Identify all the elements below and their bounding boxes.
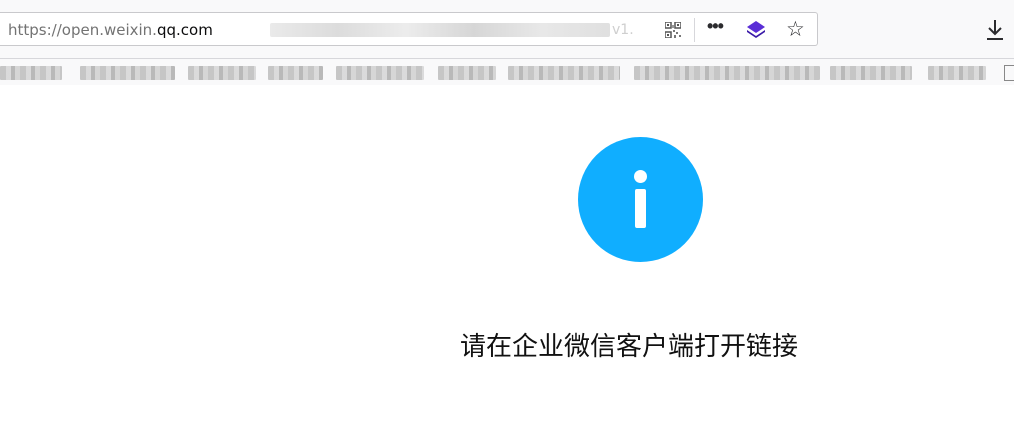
bookmark-item[interactable]: [336, 66, 424, 80]
bookmark-item[interactable]: [438, 66, 496, 80]
download-icon[interactable]: [985, 19, 1005, 41]
toolbar-divider: [694, 18, 695, 42]
bookmark-item[interactable]: [634, 66, 820, 80]
bookmark-item[interactable]: [830, 66, 912, 80]
url-prefix: https://open.weixin.: [8, 21, 157, 39]
bookmark-item[interactable]: [508, 66, 620, 80]
bookmark-item[interactable]: [80, 66, 175, 80]
bookmark-item[interactable]: [268, 66, 323, 80]
more-icon[interactable]: •••: [707, 16, 724, 37]
url-host: qq.com: [156, 21, 213, 39]
address-bar[interactable]: https://open.weixin.qq.com v1. ••• ☆: [0, 12, 818, 46]
url-text[interactable]: https://open.weixin.qq.com: [8, 21, 213, 39]
bookmark-item[interactable]: [0, 66, 62, 80]
info-icon: [578, 137, 703, 262]
layers-icon[interactable]: [747, 21, 765, 39]
bookmark-folder-icon[interactable]: [1004, 65, 1014, 81]
browser-toolbar: https://open.weixin.qq.com v1. ••• ☆: [0, 0, 1014, 59]
info-icon-dot: [634, 170, 647, 183]
url-redacted: [270, 23, 610, 37]
qr-code-icon[interactable]: [665, 22, 681, 38]
bookmark-item[interactable]: [188, 66, 256, 80]
url-tail: v1.: [612, 22, 634, 38]
bookmark-item[interactable]: [928, 66, 986, 80]
bookmark-star-icon[interactable]: ☆: [786, 17, 805, 42]
info-icon-bar: [635, 189, 646, 228]
bookmarks-bar: [0, 59, 1014, 85]
open-in-wecom-message: 请在企业微信客户端打开链接: [460, 332, 799, 362]
